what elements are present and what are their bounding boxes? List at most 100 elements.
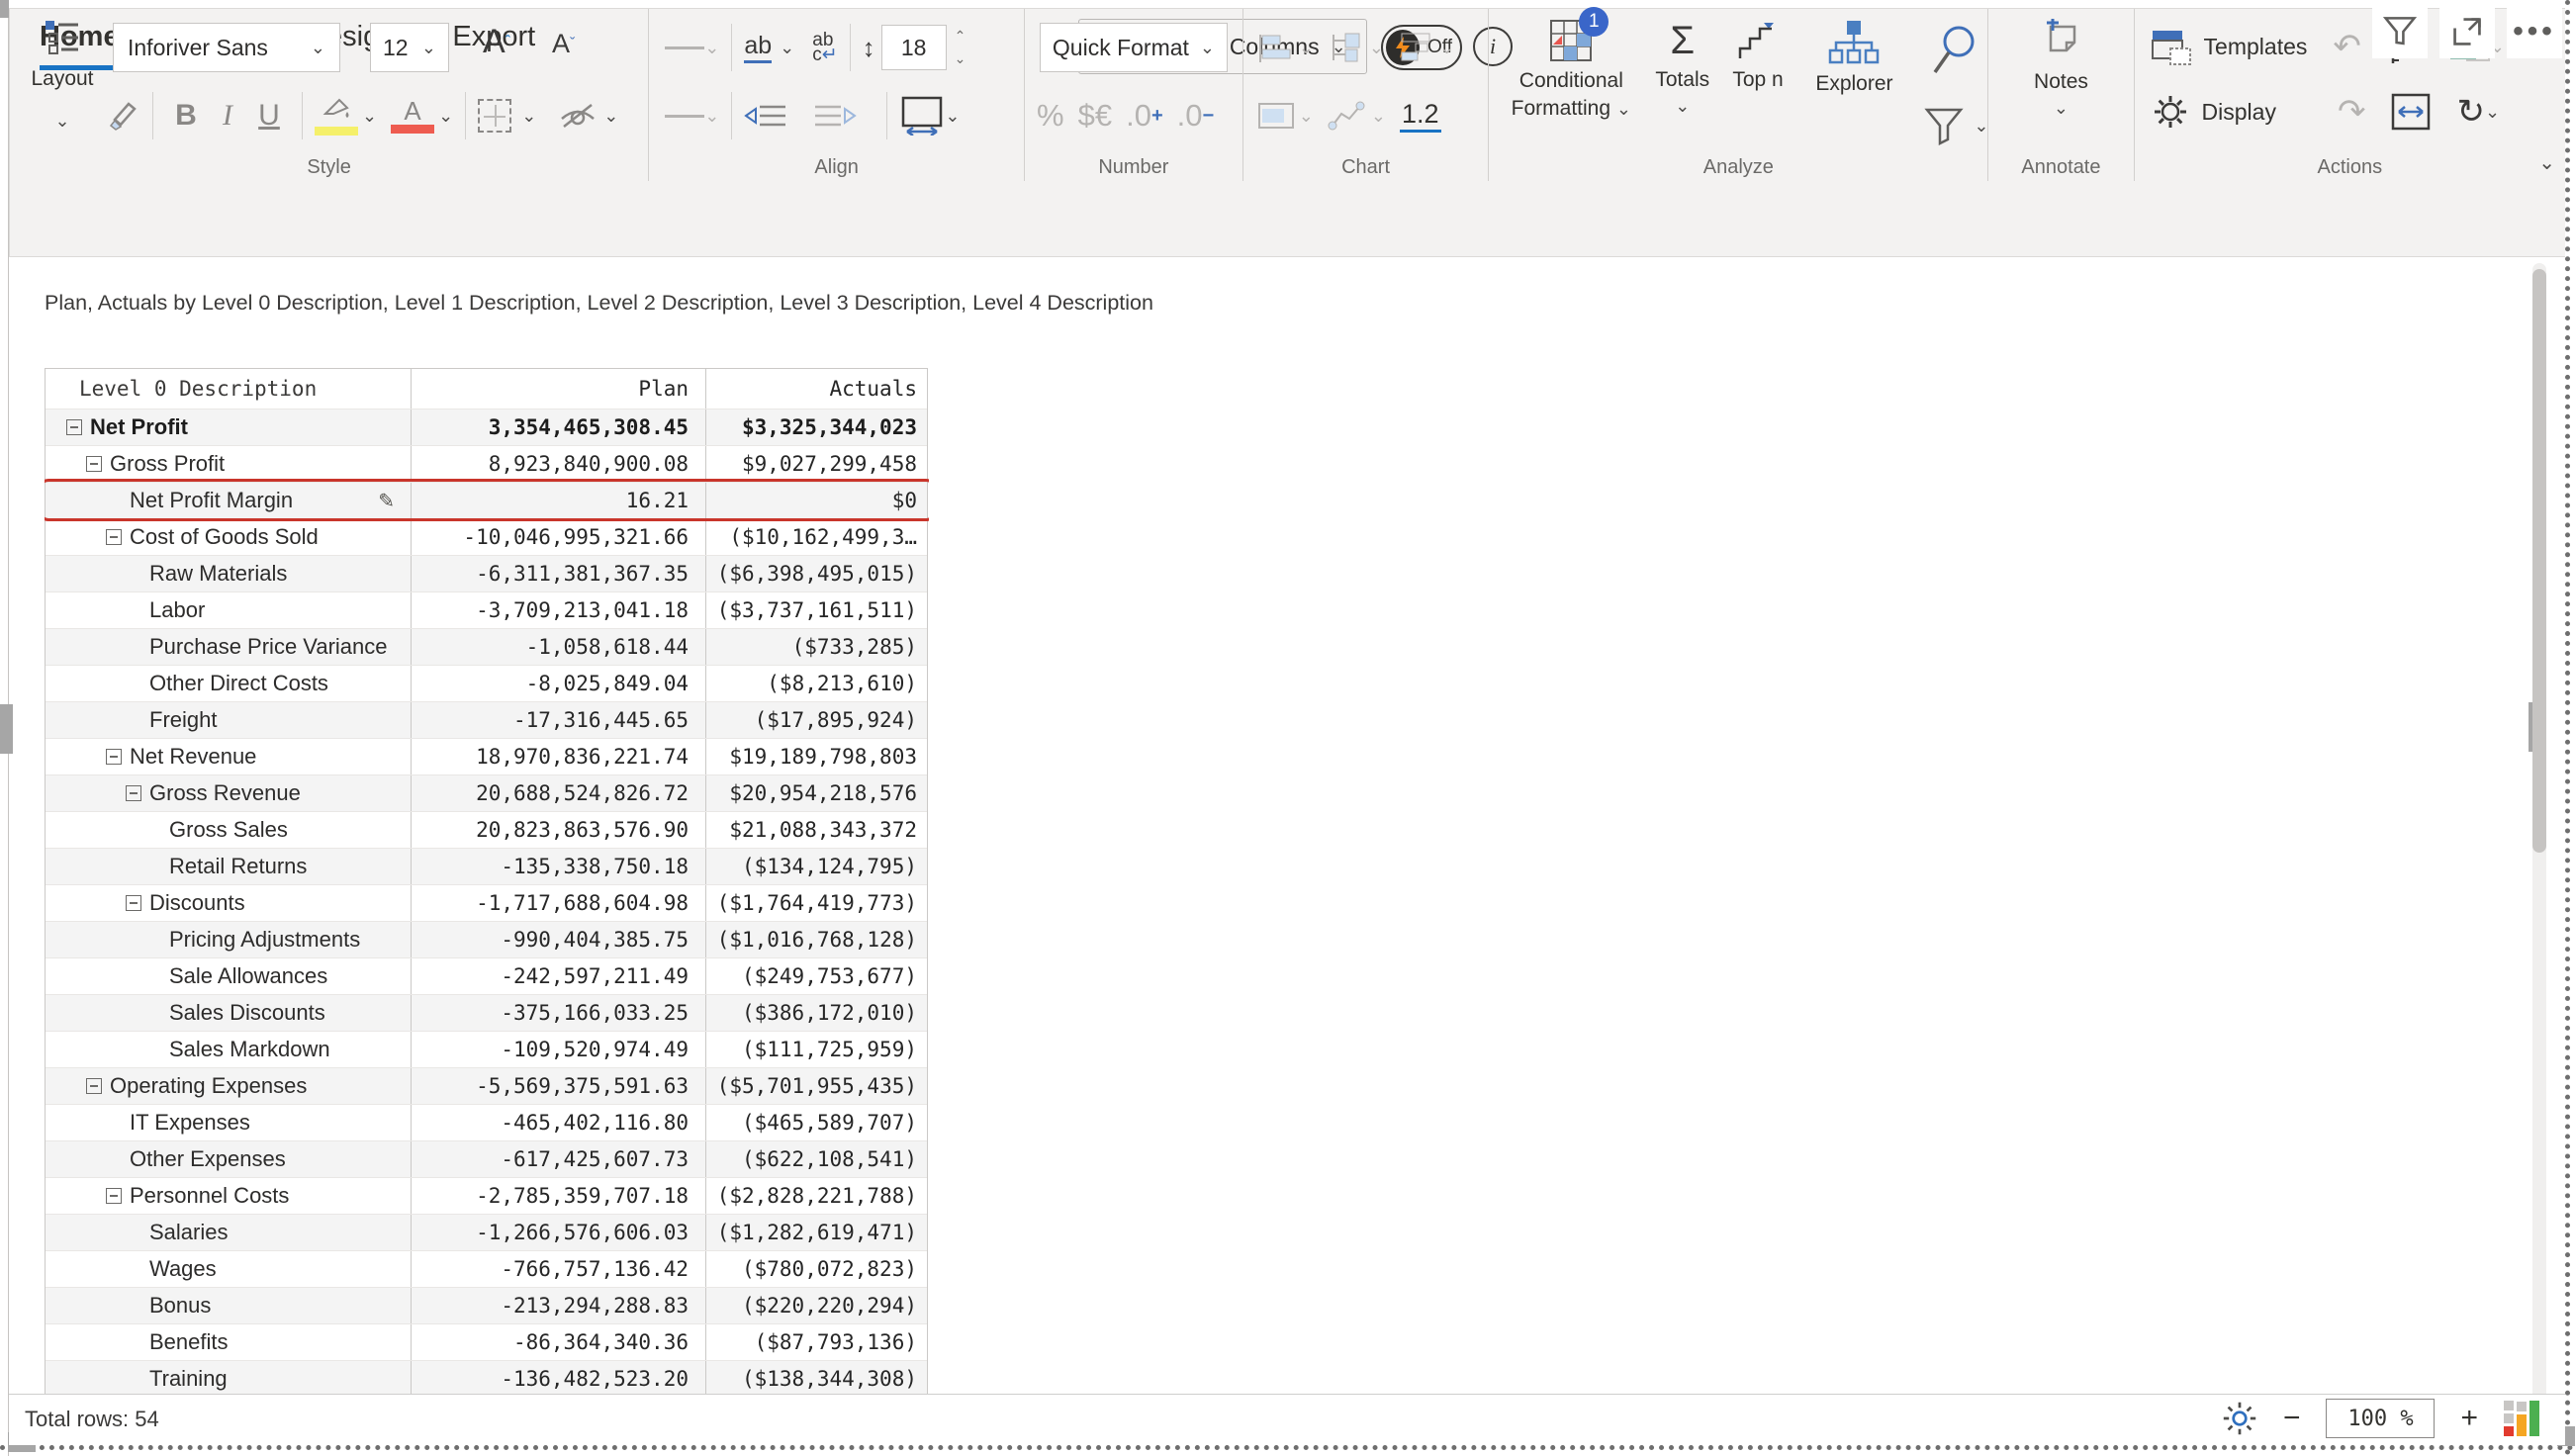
hierarchy-chart-button[interactable]: ⌄ [1328,31,1384,64]
totals-button[interactable]: Σ Totals ⌄ [1655,19,1709,117]
actuals-value[interactable]: ($220,220,294) [706,1288,927,1323]
actuals-value[interactable]: ($3,737,161,511) [706,592,927,628]
actuals-value[interactable]: ($138,344,308) [706,1361,927,1394]
quick-format-select[interactable]: Quick Format ⌄ [1039,23,1228,72]
table-row[interactable]: Wages ✎ -766,757,136.42 ($780,072,823) [46,1250,927,1287]
table-row[interactable]: Purchase Price Variance ✎ -1,058,618.44 … [46,628,927,665]
table-row[interactable]: Gross Profit ✎ 8,923,840,900.08 $9,027,2… [46,445,927,482]
templates-button[interactable]: Templates [2151,27,2307,66]
bar-chart-button[interactable]: ⌄ [1257,31,1314,64]
actuals-value[interactable]: ($6,398,495,015) [706,556,927,592]
actuals-value[interactable]: ($249,753,677) [706,958,927,994]
undo-button[interactable]: ↶ [2333,27,2361,66]
resize-handle-left[interactable] [0,704,13,754]
waterfall-chart-button[interactable]: ⌄ [1398,31,1454,64]
table-row[interactable]: Cost of Goods Sold ✎ -10,046,995,321.66 … [46,518,927,555]
row-height-stepper[interactable]: ⌃ ⌄ [955,28,966,67]
top-n-button[interactable]: Top n [1732,15,1784,92]
filter-button[interactable]: ⌄ [1924,106,1988,145]
vertical-scrollbar-thumb[interactable] [2532,269,2546,853]
collapse-toggle-icon[interactable] [86,1078,102,1094]
actuals-value[interactable]: ($5,701,955,435) [706,1068,927,1104]
actuals-value[interactable]: ($2,828,221,788) [706,1178,927,1214]
increase-decimal-button[interactable]: .0 + [1126,98,1163,134]
table-row[interactable]: Sales Discounts ✎ -375,166,033.25 ($386,… [46,994,927,1031]
actuals-value[interactable]: $0 [706,483,927,518]
actuals-value[interactable]: ($622,108,541) [706,1141,927,1177]
table-row[interactable]: Operating Expenses ✎ -5,569,375,591.63 (… [46,1067,927,1104]
plan-value[interactable]: -242,597,211.49 [412,958,706,994]
decrease-font-button[interactable]: Aˇ [552,29,575,59]
currency-format-button[interactable]: $€ [1078,98,1112,134]
fit-width-button[interactable] [2391,93,2431,131]
actuals-value[interactable]: ($465,589,707) [706,1105,927,1140]
font-name-select[interactable]: Inforiver Sans ⌄ [113,23,340,72]
more-options-button[interactable]: ••• [2507,5,2562,58]
plan-value[interactable]: -10,046,995,321.66 [412,519,706,555]
plan-value[interactable]: -990,404,385.75 [412,922,706,957]
search-button[interactable] [1930,23,1979,78]
plan-value[interactable]: 8,923,840,900.08 [412,446,706,482]
table-row[interactable]: Net Revenue ✎ 18,970,836,221.74 $19,189,… [46,738,927,774]
actuals-value[interactable]: ($386,172,010) [706,995,927,1031]
table-row[interactable]: Other Direct Costs ✎ -8,025,849.04 ($8,2… [46,665,927,701]
refresh-button[interactable]: ↻ ⌄ [2456,92,2500,132]
font-size-select[interactable]: 12 ⌄ [370,23,449,72]
actuals-value[interactable]: ($1,282,619,471) [706,1215,927,1250]
plan-value[interactable]: -1,058,618.44 [412,629,706,665]
increase-font-button[interactable]: Aˆ [483,23,510,61]
plan-value[interactable]: -375,166,033.25 [412,995,706,1031]
underline-button[interactable]: U [248,99,290,133]
table-row[interactable]: Retail Returns ✎ -135,338,750.18 ($134,1… [46,848,927,884]
text-direction-button[interactable]: ab ⌄ [744,32,802,63]
table-row[interactable]: Net Profit ✎ 3,354,465,308.45 $3,325,344… [46,409,927,445]
table-row[interactable]: Sales Markdown ✎ -109,520,974.49 ($111,7… [46,1031,927,1067]
increase-indent-button[interactable] [813,101,858,131]
decrease-indent-button[interactable] [744,101,787,131]
bold-button[interactable]: B [165,99,207,133]
wrap-text-button[interactable]: ab c↵ [812,31,837,64]
format-painter-icon[interactable] [105,98,140,134]
actuals-value[interactable]: ($87,793,136) [706,1324,927,1360]
visual-filter-button[interactable] [2372,5,2428,58]
actuals-value[interactable]: ($780,072,823) [706,1251,927,1287]
table-row[interactable]: Bonus ✎ -213,294,288.83 ($220,220,294) [46,1287,927,1323]
borders-button[interactable] [478,99,512,133]
actuals-value[interactable]: ($733,285) [706,629,927,665]
actuals-value[interactable]: $19,189,798,803 [706,739,927,774]
plan-value[interactable]: -465,402,116.80 [412,1105,706,1140]
plan-value[interactable]: -136,482,523.20 [412,1361,706,1394]
collapse-toggle-icon[interactable] [126,895,141,911]
table-chart-button[interactable]: ⌄ [1257,101,1314,131]
collapse-toggle-icon[interactable] [126,785,141,801]
horizontal-align-button[interactable] [665,111,705,122]
table-row[interactable]: Sale Allowances ✎ -242,597,211.49 ($249,… [46,957,927,994]
table-row[interactable]: Net Profit Margin ✎ 16.21 $0 [46,482,927,518]
number-format-button[interactable]: 1.2 [1399,99,1441,133]
plan-value[interactable]: -86,364,340.36 [412,1324,706,1360]
table-row[interactable]: IT Expenses ✎ -465,402,116.80 ($465,589,… [46,1104,927,1140]
settings-gear-button[interactable] [2222,1401,2257,1436]
actuals-value[interactable]: $3,325,344,023 [706,410,927,445]
explorer-button[interactable]: Explorer [1815,19,1893,96]
italic-button[interactable]: I [207,99,248,133]
plan-value[interactable]: -5,569,375,591.63 [412,1068,706,1104]
table-row[interactable]: Personnel Costs ✎ -2,785,359,707.18 ($2,… [46,1177,927,1214]
focus-mode-button[interactable] [2439,5,2495,58]
plan-value[interactable]: 18,970,836,221.74 [412,739,706,774]
notes-button[interactable]: Notes ⌄ [1988,19,2133,119]
pencil-icon[interactable]: ✎ [378,489,395,513]
actuals-value[interactable]: ($134,124,795) [706,849,927,884]
table-row[interactable]: Training ✎ -136,482,523.20 ($138,344,308… [46,1360,927,1394]
plan-value[interactable]: -2,785,359,707.18 [412,1178,706,1214]
line-chart-button[interactable]: ⌄ [1328,100,1386,132]
collapse-toggle-icon[interactable] [86,456,102,472]
display-button[interactable]: Display [2151,92,2312,132]
resize-handle-top-left[interactable] [0,0,9,18]
actuals-value[interactable]: ($1,016,768,128) [706,922,927,957]
column-header-plan[interactable]: Plan [412,369,706,409]
actuals-value[interactable]: ($10,162,499,3… [706,519,927,555]
column-header-actuals[interactable]: Actuals [706,369,927,409]
plan-value[interactable]: -135,338,750.18 [412,849,706,884]
font-color-button[interactable]: A [391,98,435,134]
